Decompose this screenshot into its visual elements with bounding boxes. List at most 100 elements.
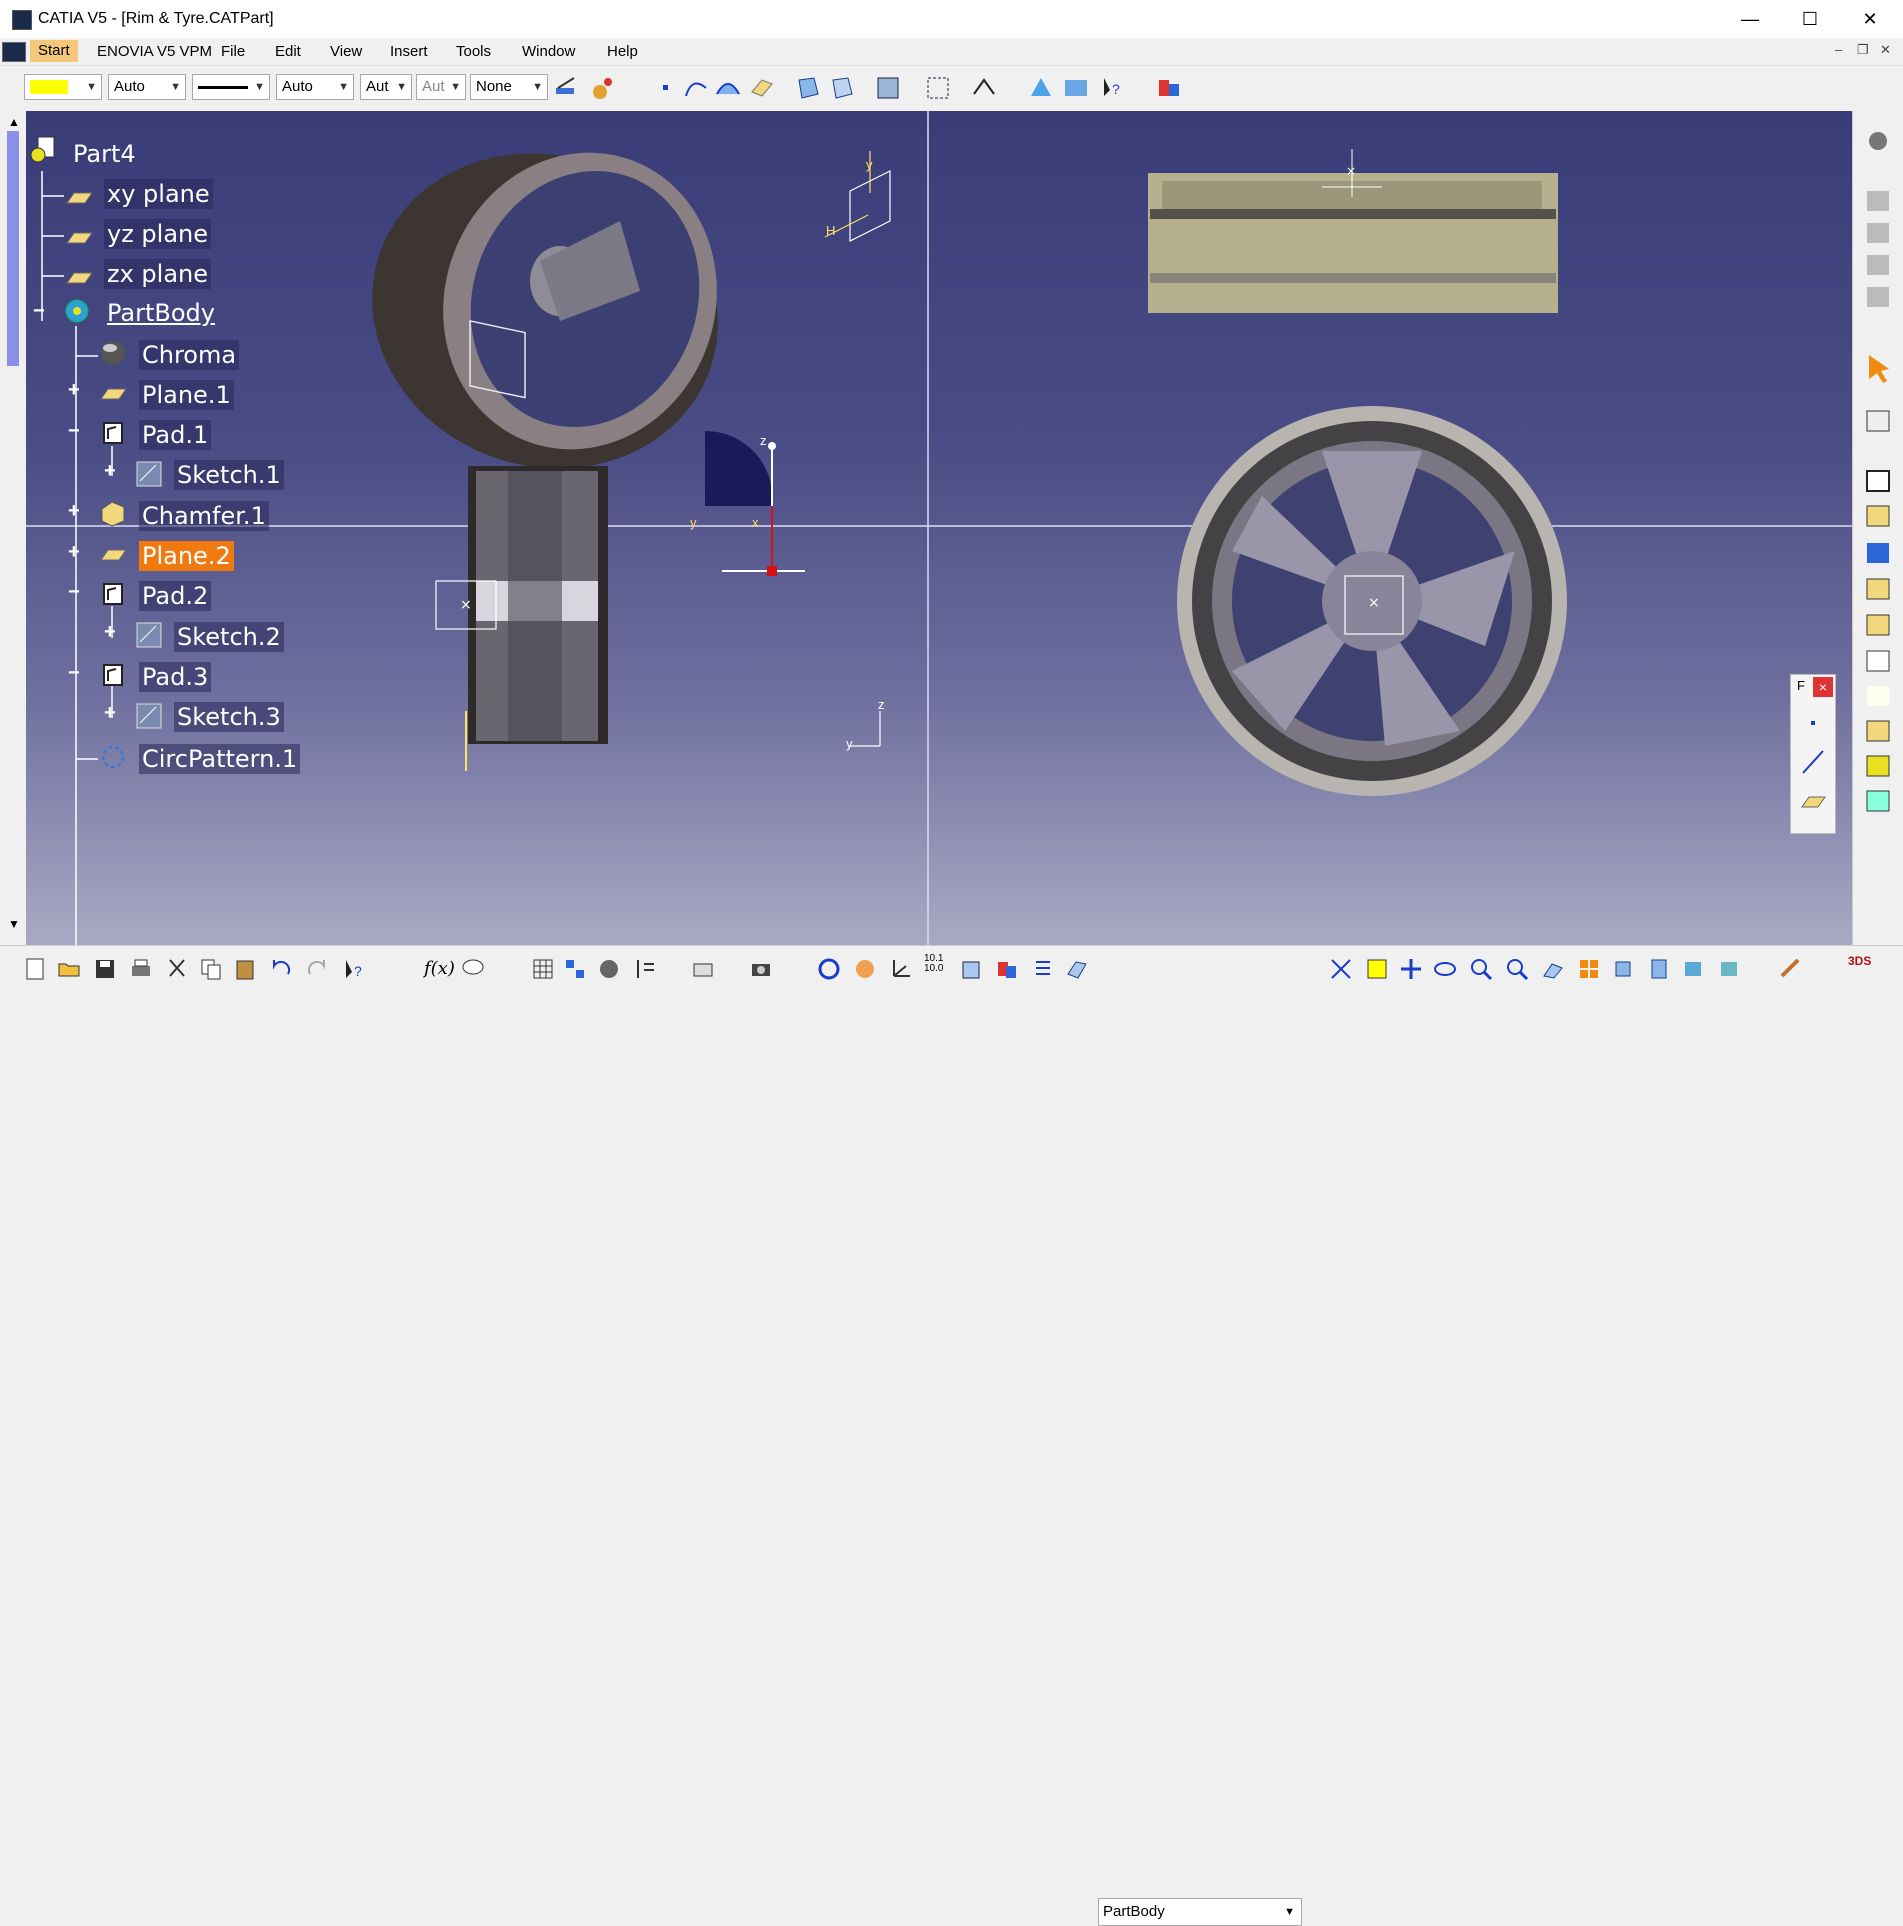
update-icon[interactable] — [690, 956, 716, 982]
fly-mode-icon[interactable] — [816, 956, 842, 982]
iso-view-icon[interactable] — [1610, 956, 1636, 982]
tree-item-pad-3[interactable]: Pad.3 — [139, 662, 212, 692]
work-object-icon[interactable] — [1064, 956, 1090, 982]
geometry-icon-2[interactable] — [1062, 74, 1090, 102]
paste-icon[interactable] — [232, 956, 258, 982]
tree-item-sketch-1[interactable]: Sketch.1 — [174, 460, 284, 490]
menu-view[interactable]: View — [330, 43, 362, 60]
multi-view-icon[interactable] — [1576, 956, 1602, 982]
catalog-icon[interactable] — [1155, 74, 1183, 102]
current-body-dropdown[interactable]: PartBody ▼ — [1098, 1898, 1302, 1926]
thickness-dropdown[interactable]: Auto ▼ — [276, 74, 354, 100]
expand-icon[interactable]: + — [68, 501, 82, 521]
view-icon-1[interactable] — [794, 74, 822, 102]
hide-show-icon[interactable] — [994, 956, 1020, 982]
pan-icon[interactable] — [1398, 956, 1424, 982]
close-button[interactable]: ✕ — [1850, 6, 1890, 32]
new-icon[interactable] — [22, 956, 48, 982]
linetype-dropdown[interactable]: ▼ — [192, 74, 270, 100]
tree-root-part4[interactable]: Part4 — [70, 139, 139, 169]
reorder-icon[interactable] — [632, 956, 658, 982]
pattern2-dropdown[interactable]: Aut ▼ — [416, 74, 466, 100]
doc-close-button[interactable]: ✕ — [1880, 42, 1891, 58]
pan-hand-icon[interactable] — [852, 956, 878, 982]
tree-item-chroma[interactable]: Chroma — [139, 340, 240, 370]
floating-tools[interactable] — [1799, 711, 1827, 821]
collapse-icon[interactable]: − — [68, 421, 82, 441]
tree-item-partbody[interactable]: PartBody — [104, 298, 218, 328]
formula-button[interactable]: f(x) — [424, 958, 455, 979]
zoom-in-icon[interactable] — [1468, 956, 1494, 982]
view-icon-2[interactable] — [828, 74, 856, 102]
menu-start[interactable]: Start — [30, 40, 78, 62]
help-arrow-icon[interactable]: ? — [1098, 74, 1126, 102]
point-icon[interactable] — [652, 74, 680, 102]
normal-to-icon[interactable] — [1540, 956, 1566, 982]
axis-system-icon[interactable] — [888, 956, 914, 982]
apply-material-icon[interactable] — [588, 74, 616, 102]
tree-item-yz-plane[interactable]: yz plane — [104, 219, 212, 249]
undo-icon[interactable] — [268, 956, 294, 982]
scrollbar-thumb[interactable] — [7, 131, 19, 366]
expand-icon[interactable]: + — [104, 622, 118, 642]
tree-item-sketch-3[interactable]: Sketch.3 — [174, 702, 284, 732]
collapse-icon[interactable]: − — [68, 663, 82, 683]
expand-icon[interactable]: + — [68, 542, 82, 562]
whats-this-icon[interactable]: ? — [340, 956, 366, 982]
tree-item-pad-1[interactable]: Pad.1 — [139, 420, 212, 450]
floating-toolbar-close-button[interactable]: × — [1813, 677, 1833, 697]
geometry-icon-1[interactable] — [1027, 74, 1055, 102]
tree-scrollbar[interactable]: ▲ ▼ — [0, 111, 26, 945]
tree-item-plane-1[interactable]: Plane.1 — [139, 380, 234, 410]
tree-item-xy-plane[interactable]: xy plane — [104, 179, 213, 209]
box-icon[interactable] — [958, 956, 984, 982]
layer-dropdown[interactable]: None ▼ — [470, 74, 548, 100]
knowledge-icon[interactable] — [596, 956, 622, 982]
pattern-dropdown[interactable]: Aut ▼ — [360, 74, 412, 100]
transparency-dropdown[interactable]: Auto ▼ — [108, 74, 186, 100]
shading-icon[interactable] — [1646, 956, 1672, 982]
analysis-icon[interactable] — [562, 956, 588, 982]
tree-item-plane-2[interactable]: Plane.2 — [139, 541, 234, 571]
scroll-down-icon[interactable]: ▼ — [8, 917, 20, 931]
menu-edit[interactable]: Edit — [275, 43, 301, 60]
expand-icon[interactable]: + — [104, 461, 118, 481]
tree-item-circpattern-1[interactable]: CircPattern.1 — [139, 744, 301, 774]
scroll-up-icon[interactable]: ▲ — [8, 115, 20, 129]
hide-icon[interactable] — [1680, 956, 1706, 982]
comment-icon[interactable] — [460, 956, 486, 982]
maximize-button[interactable]: ☐ — [1790, 6, 1830, 32]
save-icon[interactable] — [92, 956, 118, 982]
copy-icon[interactable] — [198, 956, 224, 982]
material-icon[interactable] — [1778, 956, 1804, 982]
painter-icon[interactable] — [552, 74, 580, 102]
print-icon[interactable] — [128, 956, 154, 982]
tree-item-sketch-2[interactable]: Sketch.2 — [174, 622, 284, 652]
rotate-icon[interactable] — [1432, 956, 1458, 982]
collapse-icon[interactable]: − — [33, 301, 47, 321]
menu-window[interactable]: Window — [522, 43, 575, 60]
menu-tools[interactable]: Tools — [456, 43, 491, 60]
expand-icon[interactable]: + — [68, 380, 82, 400]
document-icon[interactable] — [2, 42, 26, 62]
expand-icon[interactable]: + — [104, 703, 118, 723]
zoom-area-icon[interactable] — [1364, 956, 1390, 982]
zoom-out-icon[interactable] — [1504, 956, 1530, 982]
minimize-button[interactable]: — — [1730, 6, 1770, 32]
snap-icon[interactable] — [970, 74, 998, 102]
fit-all-icon[interactable] — [1328, 956, 1354, 982]
tree-item-chamfer-1[interactable]: Chamfer.1 — [139, 501, 269, 531]
plane-tool-icon[interactable] — [748, 74, 776, 102]
surface-icon[interactable] — [714, 74, 742, 102]
list-icon[interactable] — [1030, 956, 1056, 982]
doc-restore-button[interactable]: ❐ — [1857, 42, 1869, 58]
part-icon[interactable] — [28, 135, 58, 163]
tree-item-pad-2[interactable]: Pad.2 — [139, 581, 212, 611]
model-icon[interactable] — [874, 74, 902, 102]
doc-minimize-button[interactable]: – — [1835, 42, 1842, 57]
spline-icon[interactable] — [682, 74, 710, 102]
tree-item-zx-plane[interactable]: zx plane — [104, 259, 212, 289]
grid-icon[interactable] — [924, 74, 952, 102]
right-toolbar-icons[interactable] — [1853, 111, 1903, 945]
menu-help[interactable]: Help — [607, 43, 638, 60]
